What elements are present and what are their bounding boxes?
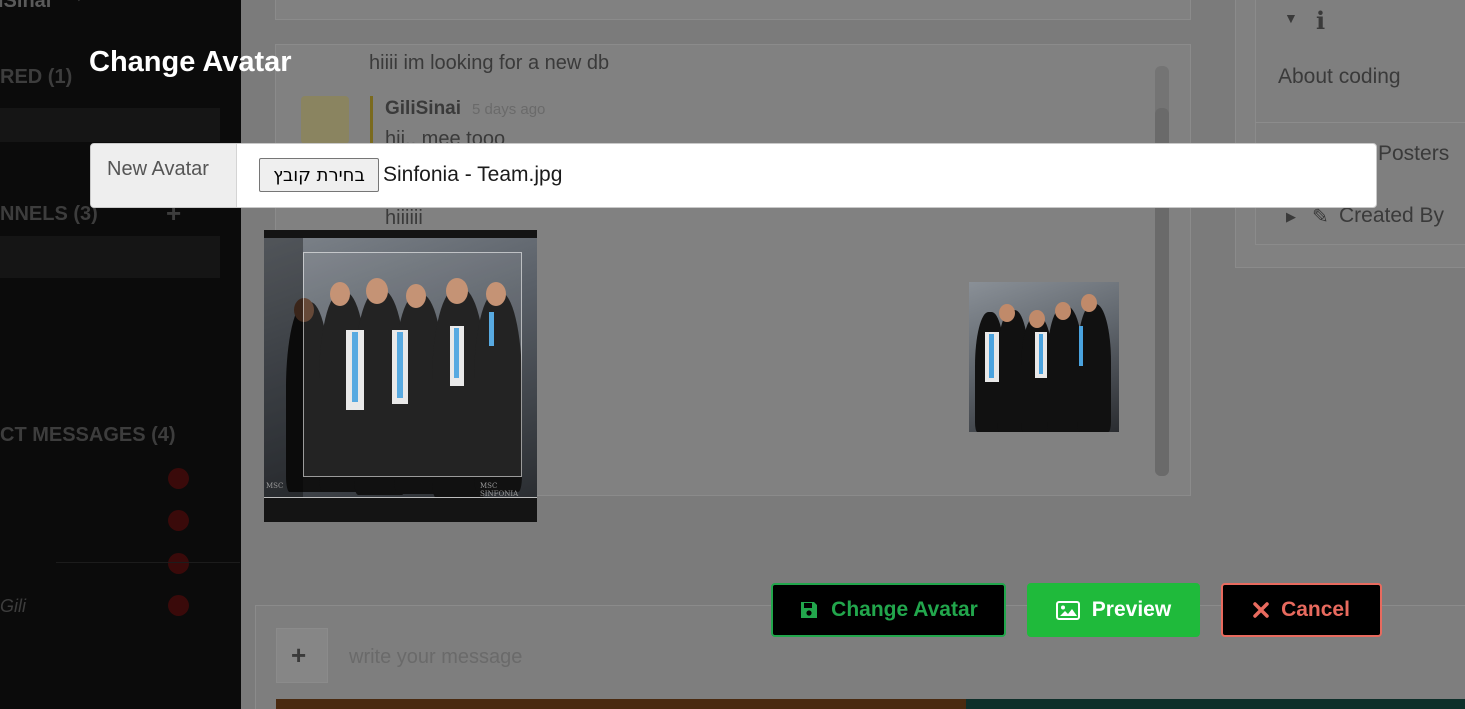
photo-face: [1055, 302, 1071, 320]
photo-face: [1081, 294, 1097, 312]
new-avatar-label: New Avatar: [91, 144, 237, 207]
photo-caption: MSC: [266, 482, 284, 490]
status-dot-icon: [168, 595, 189, 616]
message-input[interactable]: write your message: [349, 646, 522, 669]
photo-face: [999, 304, 1015, 322]
progress-bar: [966, 699, 1465, 709]
sidebar-channel-item[interactable]: [0, 236, 220, 278]
divider: [56, 562, 240, 563]
photo-tie: [989, 334, 994, 378]
plus-icon: +: [291, 640, 307, 670]
preview-label: Preview: [1091, 598, 1172, 621]
close-icon: [1253, 602, 1269, 618]
change-avatar-button[interactable]: Change Avatar: [771, 583, 1006, 637]
floppy-disk-icon: [801, 602, 818, 618]
message-text: hiiii im looking for a new db: [369, 52, 610, 74]
status-dot-icon: [168, 553, 189, 574]
sidebar-starred-header: RED (1): [0, 66, 73, 88]
caret-right-icon[interactable]: ▶: [1286, 209, 1296, 225]
cancel-button[interactable]: Cancel: [1221, 583, 1382, 637]
file-name: Sinfonia - Team.jpg: [383, 163, 563, 186]
new-avatar-input-group: New Avatar בחירת קובץ Sinfonia - Team.jp…: [90, 143, 1377, 208]
chevron-down-icon[interactable]: ▼: [72, 0, 86, 4]
progress-bar: [276, 699, 966, 709]
cancel-label: Cancel: [1281, 598, 1350, 621]
avatar: [301, 96, 349, 144]
info-icon: i: [1316, 6, 1326, 35]
caret-down-icon[interactable]: ▼: [1284, 10, 1298, 26]
about-text: About coding: [1278, 65, 1401, 88]
divider: [1255, 122, 1465, 123]
posters-label[interactable]: Posters: [1378, 142, 1449, 166]
status-dot-icon: [168, 468, 189, 489]
status-dot-icon: [168, 510, 189, 531]
crop-mask: [264, 238, 303, 498]
avatar-preview: [969, 282, 1119, 432]
photo-figure: [1077, 304, 1111, 432]
message-time: 5 days ago: [472, 101, 546, 118]
message-text: hiiiiii: [385, 207, 423, 229]
photo-caption: MSC SINFONIA: [480, 482, 519, 498]
modal-title: Change Avatar: [89, 46, 292, 78]
photo-tie: [1079, 326, 1083, 366]
preview-button[interactable]: Preview: [1027, 583, 1200, 637]
avatar-cropper[interactable]: MSC MSC SINFONIA: [264, 230, 537, 522]
sidebar-dm-item[interactable]: Gili: [0, 596, 26, 617]
crop-box[interactable]: [303, 252, 522, 477]
sidebar-dm-header: CT MESSAGES (4): [0, 424, 176, 446]
sidebar: iSinai ▼ RED (1) NNELS (3) + CT MESSAGES…: [0, 0, 241, 709]
photo-face: [1029, 310, 1045, 328]
sidebar-user-name[interactable]: iSinai: [0, 0, 51, 13]
image-icon: [1055, 600, 1080, 620]
top-panel: [275, 0, 1191, 20]
choose-file-button[interactable]: בחירת קובץ: [259, 158, 379, 192]
sidebar-channels-header: NNELS (3): [0, 203, 98, 225]
message-author[interactable]: GiliSinai: [385, 98, 461, 120]
photo-tie: [1039, 334, 1043, 374]
sidebar-starred-item[interactable]: [0, 108, 220, 142]
reply-marker: [370, 96, 373, 146]
change-avatar-label: Change Avatar: [831, 598, 978, 621]
